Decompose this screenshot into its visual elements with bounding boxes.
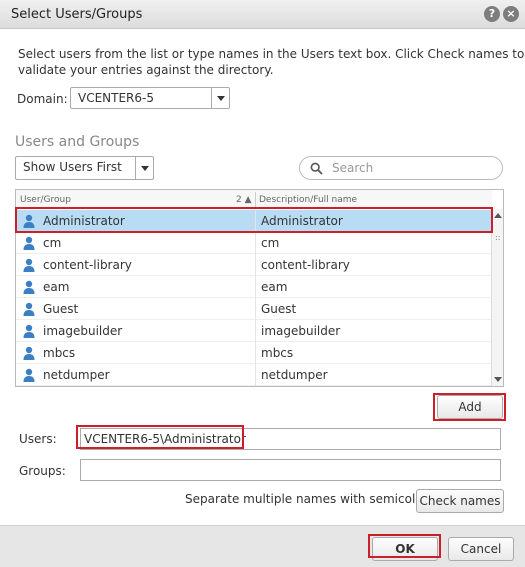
check-names-button[interactable]: Check names (416, 489, 504, 513)
row-user-name: imagebuilder (43, 324, 123, 338)
row-description: Guest (261, 302, 297, 316)
user-icon (23, 280, 35, 294)
user-icon (23, 214, 35, 228)
scroll-up-icon[interactable] (494, 213, 502, 218)
search-placeholder: Search (332, 161, 374, 175)
instructions-text: Select users from the list or type names… (18, 47, 525, 77)
table-row[interactable]: content-library content-library (16, 254, 492, 276)
column-header-user-group[interactable]: User/Group (20, 195, 71, 205)
column-divider[interactable] (255, 192, 256, 207)
table-body: Administrator Administrator cm cm conten… (16, 210, 492, 386)
row-description: content-library (261, 258, 350, 272)
table-row[interactable]: Administrator Administrator (16, 210, 492, 232)
user-icon (23, 324, 35, 338)
separator-hint: Separate multiple names with semicolons (185, 492, 437, 506)
row-description: eam (261, 280, 288, 294)
chevron-down-icon[interactable] (211, 88, 229, 108)
table-row[interactable]: imagebuilder imagebuilder (16, 320, 492, 342)
user-icon (23, 236, 35, 250)
search-input[interactable]: Search (299, 156, 503, 180)
table-row[interactable]: netdumper netdumper (16, 364, 492, 386)
table-row[interactable]: mbcs mbcs (16, 342, 492, 364)
ok-button[interactable]: OK (372, 537, 438, 561)
filter-dropdown[interactable]: Show Users First (15, 156, 154, 180)
table-header: User/Group 2 ▲ Description/Full name (16, 190, 492, 209)
search-icon (310, 162, 323, 175)
table-row[interactable]: cm cm (16, 232, 492, 254)
users-input[interactable]: VCENTER6-5\Administrator (80, 428, 501, 450)
dialog-footer: OK Cancel (0, 525, 525, 567)
domain-label: Domain: (17, 92, 68, 106)
groups-label: Groups: (19, 464, 66, 478)
row-user-name: content-library (43, 258, 132, 272)
vertical-scrollbar[interactable]: :: (491, 209, 503, 386)
row-description: mbcs (261, 346, 294, 360)
row-description: cm (261, 236, 280, 250)
row-user-name: eam (43, 280, 70, 294)
row-user-name: Guest (43, 302, 79, 316)
user-icon (23, 258, 35, 272)
help-icon[interactable]: ? (484, 6, 500, 22)
scroll-down-icon[interactable] (494, 377, 502, 382)
cancel-button[interactable]: Cancel (448, 537, 514, 561)
column-header-description[interactable]: Description/Full name (259, 195, 357, 205)
add-button[interactable]: Add (437, 395, 503, 419)
section-title: Users and Groups (15, 134, 140, 150)
row-description: netdumper (261, 368, 328, 382)
sort-indicator: 2 ▲ (236, 195, 252, 205)
row-description: imagebuilder (261, 324, 341, 338)
scroll-grip-icon[interactable]: :: (495, 234, 500, 242)
title-bar: Select Users/Groups ? × (0, 0, 525, 29)
row-user-name: Administrator (43, 214, 125, 228)
dialog-title: Select Users/Groups (11, 7, 143, 22)
close-icon[interactable]: × (503, 6, 519, 22)
filter-value: Show Users First (23, 160, 122, 174)
chevron-down-icon[interactable] (135, 157, 153, 179)
row-description: Administrator (261, 214, 343, 228)
row-user-name: cm (43, 236, 62, 250)
user-icon (23, 346, 35, 360)
row-user-name: netdumper (43, 368, 110, 382)
domain-dropdown[interactable]: VCENTER6-5 (70, 87, 230, 109)
row-user-name: mbcs (43, 346, 76, 360)
table-row[interactable]: eam eam (16, 276, 492, 298)
domain-value: VCENTER6-5 (78, 91, 154, 105)
user-icon (23, 302, 35, 316)
users-label: Users: (19, 432, 57, 446)
groups-input[interactable] (80, 459, 501, 481)
user-icon (23, 368, 35, 382)
users-groups-table: User/Group 2 ▲ Description/Full name Adm… (15, 189, 504, 387)
table-row[interactable]: Guest Guest (16, 298, 492, 320)
